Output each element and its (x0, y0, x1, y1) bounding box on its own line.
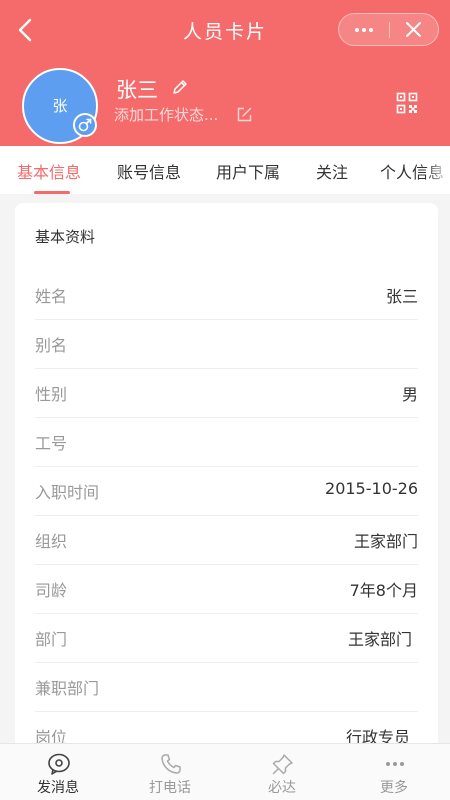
capsule-more-button[interactable] (339, 14, 389, 45)
row-label: 入职时间 (35, 483, 100, 502)
row-label: 司龄 (35, 581, 68, 600)
row-value: 7年8个月 (349, 581, 418, 600)
info-row-parttime-department: 兼职部门 (35, 663, 418, 712)
tab-basic-info[interactable]: 基本信息 (17, 159, 81, 183)
row-value: 王家部门 (353, 532, 418, 551)
info-row-department: 部门 王家部门 (35, 614, 418, 663)
basic-info-card: 基本资料 姓名 张三 别名 性别 男 工号 入职时间 2015-10-26 组织… (15, 203, 438, 763)
tab-subordinates[interactable]: 用户下属 (216, 159, 280, 183)
row-value: 2015-10-26 (325, 479, 418, 498)
info-row-alias: 别名 (35, 320, 418, 369)
edit-name-button[interactable] (171, 78, 189, 96)
nav-bar: 人员卡片 (0, 0, 450, 60)
mini-program-capsule (338, 13, 439, 46)
row-label: 兼职部门 (35, 679, 100, 698)
tab-bar: 基本信息 账号信息 用户下属 关注 个人信息 (0, 146, 450, 194)
row-value: 张三 (385, 287, 418, 306)
call-button[interactable]: 打电话 (114, 744, 226, 800)
row-label: 工号 (35, 434, 68, 453)
pencil-icon (173, 80, 187, 94)
action-label: 发消息 (37, 780, 79, 796)
edit-square-icon (237, 107, 252, 122)
capsule-close-button[interactable] (390, 14, 438, 45)
close-icon (406, 22, 421, 37)
pin-icon (272, 754, 293, 775)
info-row-employee-id: 工号 (35, 418, 418, 467)
row-value: 男 (401, 385, 418, 404)
row-label: 部门 (35, 630, 68, 649)
more-dots-icon (355, 28, 373, 32)
work-status-input[interactable]: 添加工作状态... (114, 104, 218, 125)
info-row-name: 姓名 张三 (35, 271, 418, 320)
action-bar: 发消息 打电话 必达 更多 (0, 743, 450, 800)
tab-scroll-fade (426, 146, 450, 194)
row-value: 王家部门 (347, 630, 412, 649)
gender-badge (73, 113, 97, 137)
row-label: 姓名 (35, 287, 68, 306)
info-row-tenure: 司龄 7年8个月 (35, 565, 418, 614)
tab-account-info[interactable]: 账号信息 (117, 159, 181, 183)
action-label: 必达 (268, 780, 296, 796)
action-label: 更多 (380, 780, 408, 796)
more-dots-icon (386, 762, 404, 766)
message-icon (48, 753, 70, 775)
profile-header: 人员卡片 张 张三 添加工作状态... (0, 0, 450, 146)
row-label: 性别 (35, 385, 68, 404)
qrcode-button[interactable] (396, 92, 418, 114)
info-row-hire-date: 入职时间 2015-10-26 (35, 467, 418, 516)
qrcode-icon (396, 92, 418, 114)
more-actions-button[interactable]: 更多 (338, 744, 450, 800)
row-label: 组织 (35, 532, 68, 551)
phone-icon (161, 754, 181, 774)
action-label: 打电话 (149, 780, 191, 796)
row-label: 别名 (35, 336, 68, 355)
must-reach-button[interactable]: 必达 (226, 744, 338, 800)
info-row-gender: 性别 男 (35, 369, 418, 418)
info-row-organization: 组织 王家部门 (35, 516, 418, 565)
tab-follow[interactable]: 关注 (316, 159, 348, 183)
section-title: 基本资料 (35, 228, 96, 246)
send-message-button[interactable]: 发消息 (2, 744, 114, 800)
male-icon (78, 118, 92, 132)
profile-name: 张三 (116, 78, 158, 102)
edit-status-button[interactable] (236, 106, 253, 123)
tab-active-indicator (34, 191, 70, 194)
